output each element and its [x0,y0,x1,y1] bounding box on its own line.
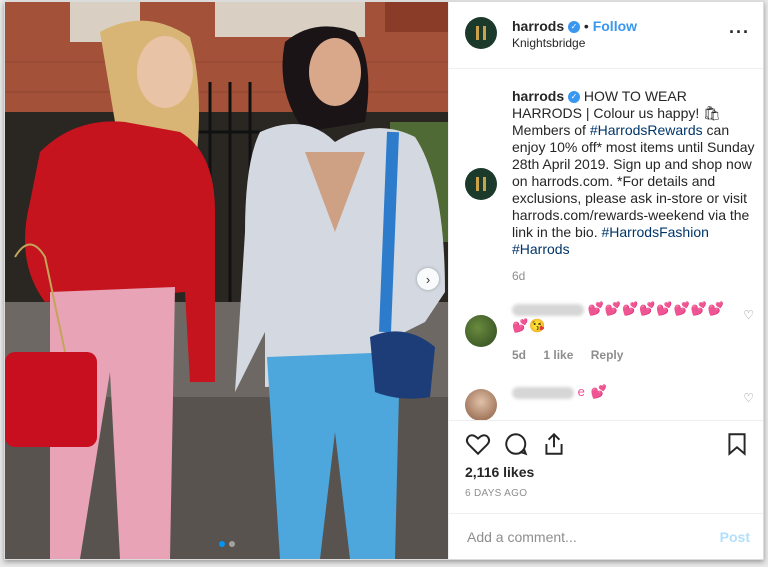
caption-avatar[interactable] [465,168,497,200]
post-comment-button[interactable]: Post [720,529,750,545]
comment-reply-button[interactable]: Reply [591,348,624,362]
carousel-dot-active [219,541,225,547]
location-link[interactable]: Knightsbridge [512,36,585,50]
instagram-post: › harrods ✓ • Follow Knightsbridge ··· h… [4,1,764,560]
header-username[interactable]: harrods [512,18,564,34]
share-upload-icon[interactable] [541,431,567,457]
comment-input[interactable] [465,528,689,546]
verified-badge-icon: ✓ [568,21,581,34]
blurred-username [512,386,574,399]
commenter-avatar[interactable] [465,315,497,347]
hashtag-link[interactable]: #HarrodsFashion [602,224,709,240]
caption-username[interactable]: harrods [512,88,564,104]
comment-like-heart-icon[interactable]: ♡ [743,391,754,405]
comment-like-heart-icon[interactable]: ♡ [743,308,754,322]
header-user-line: harrods ✓ • Follow [512,18,637,34]
hashtag-link[interactable]: #HarrodsRewards [590,122,703,138]
like-heart-icon[interactable] [465,431,491,457]
caption-timestamp[interactable]: 6d [512,269,525,283]
verified-badge-icon: ✓ [568,91,581,104]
blurred-username [512,303,584,316]
likes-count[interactable]: 2,116 likes [465,464,534,480]
carousel-dot[interactable] [229,541,235,547]
comment-bubble-icon[interactable] [503,431,529,457]
follow-button[interactable]: Follow [593,18,637,34]
fashion-photo-illustration [5,2,448,559]
post-photo[interactable]: › [5,2,448,559]
post-date[interactable]: 6 DAYS AGO [465,488,527,499]
post-actions: 2,116 likes 6 DAYS AGO Post [449,420,763,559]
carousel-indicator [219,541,235,547]
comment: e 💕 [512,384,608,400]
comment: 💕💕💕💕💕💕💕💕💕😘 [512,300,727,334]
comment-text: e 💕 [577,384,608,399]
more-options-icon[interactable]: ··· [729,22,750,43]
next-image-chevron-right-icon[interactable]: › [417,268,439,290]
post-header: harrods ✓ • Follow Knightsbridge ··· [449,2,763,69]
profile-avatar[interactable] [465,17,497,49]
caption-text-2: can enjoy 10% off* most items until Sund… [512,122,755,240]
comment-likes[interactable]: 1 like [543,348,573,362]
commenter-avatar[interactable] [465,389,497,421]
separator-dot: • [583,18,589,34]
hashtag-link[interactable]: #Harrods [512,241,570,257]
add-comment-bar: Post [449,513,763,559]
comment-meta: 5d 1 like Reply [512,348,637,362]
save-bookmark-icon[interactable] [724,431,750,457]
comment-timestamp[interactable]: 5d [512,348,526,362]
post-side-panel: harrods ✓ • Follow Knightsbridge ··· har… [448,2,763,559]
post-caption: harrods ✓ HOW TO WEAR HARRODS | Colour u… [512,88,757,258]
